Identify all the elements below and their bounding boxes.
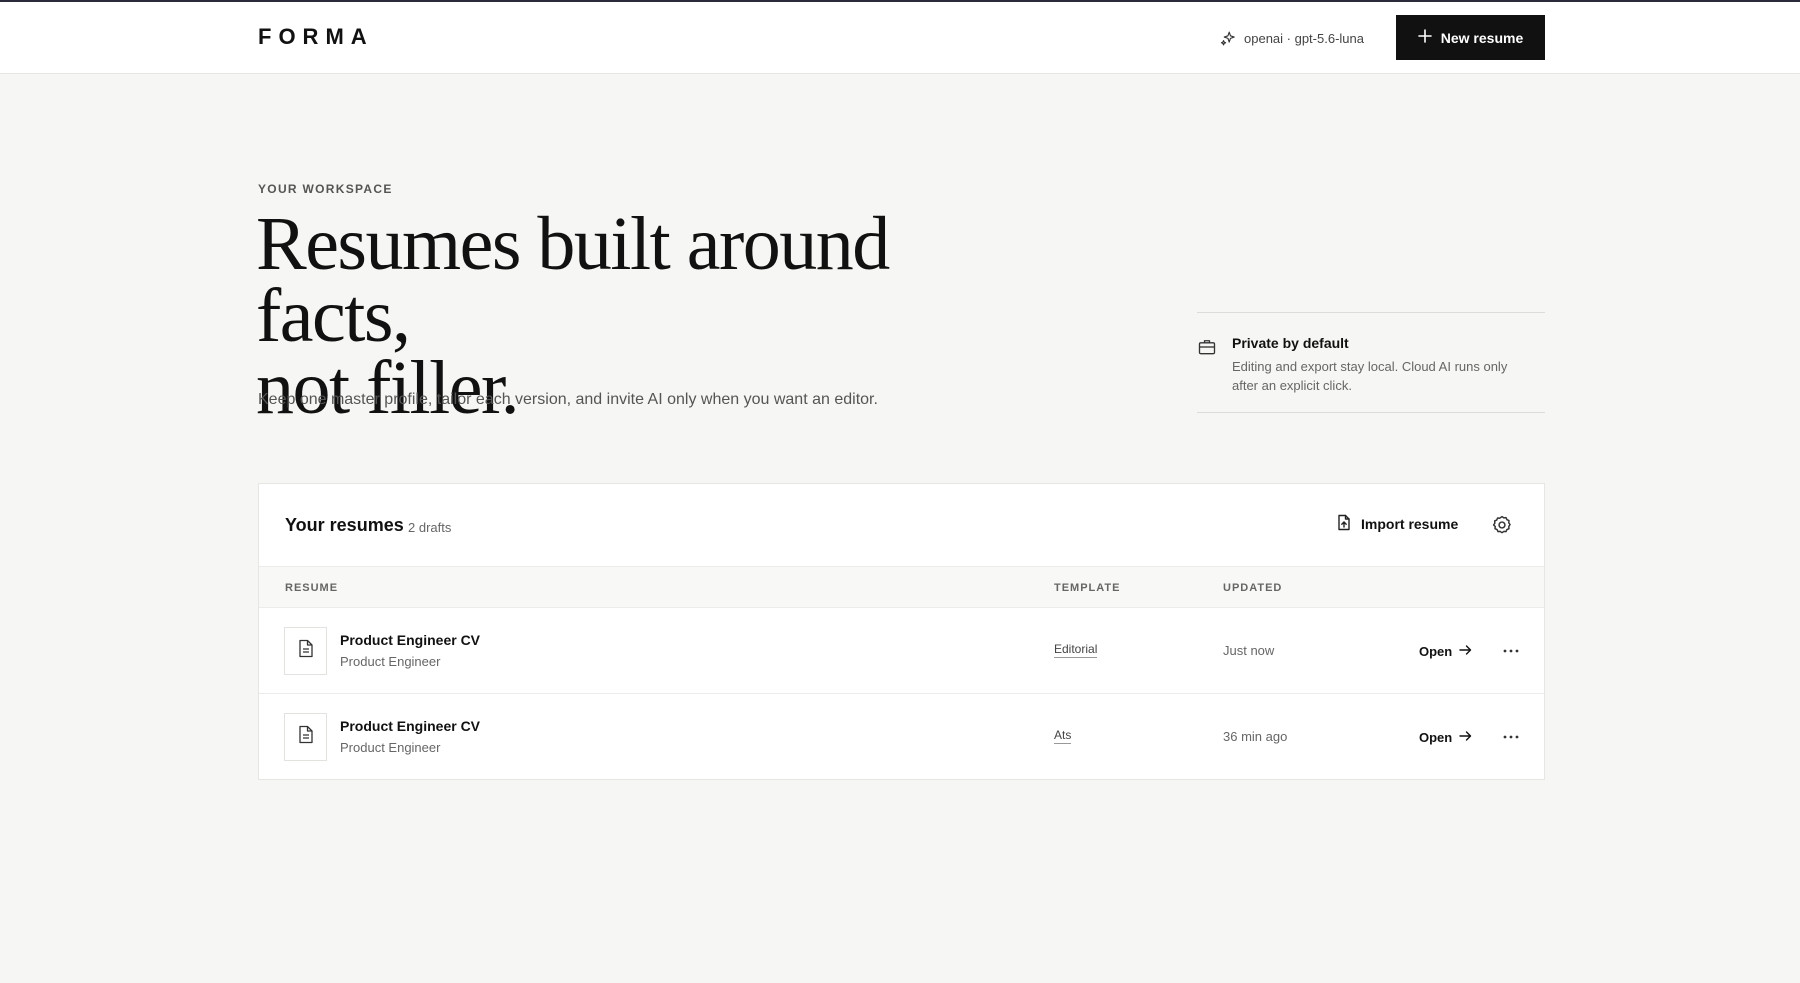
document-icon <box>298 725 314 749</box>
updated-time: 36 min ago <box>1223 729 1288 744</box>
resumes-title: Your resumes <box>285 515 404 535</box>
resumes-count: 2 drafts <box>408 520 452 535</box>
more-options-button[interactable] <box>1501 642 1521 660</box>
document-icon <box>298 639 314 663</box>
section-eyebrow: YOUR WORKSPACE <box>258 182 393 196</box>
new-resume-label: New resume <box>1440 29 1524 46</box>
page-title-line-2: not filler. <box>256 346 520 430</box>
resume-title[interactable]: Product Engineer CV <box>340 632 480 648</box>
resume-subtitle: Product Engineer <box>340 740 441 755</box>
open-resume-button[interactable]: Open <box>1419 728 1472 746</box>
privacy-title: Private by default <box>1232 335 1349 351</box>
plus-icon <box>1417 29 1432 46</box>
import-resume-label: Import resume <box>1361 516 1459 532</box>
resume-thumbnail <box>284 627 327 675</box>
settings-button[interactable] <box>1491 514 1513 536</box>
table-row[interactable]: Product Engineer CV Product Engineer Edi… <box>259 608 1544 694</box>
sparkle-icon <box>1220 30 1237 47</box>
open-label: Open <box>1419 729 1453 745</box>
more-horizontal-icon <box>1501 733 1521 750</box>
top-bar: FORMA openai · gpt-5.6-luna New resume <box>0 2 1800 74</box>
resumes-panel-header: Your resumes 2 drafts Import resume <box>259 484 1544 566</box>
resumes-panel: Your resumes 2 drafts Import resume RESU… <box>258 483 1545 780</box>
column-header-updated: UPDATED <box>1223 582 1283 594</box>
import-resume-button[interactable]: Import resume <box>1336 514 1458 534</box>
privacy-description: Editing and export stay local. Cloud AI … <box>1232 359 1508 393</box>
page-title-line-1: Resumes built around facts, <box>256 202 890 358</box>
column-header-resume: RESUME <box>285 582 339 594</box>
column-header-template: TEMPLATE <box>1054 582 1121 594</box>
resume-title[interactable]: Product Engineer CV <box>340 718 480 734</box>
briefcase-icon <box>1197 337 1217 362</box>
updated-time: Just now <box>1223 643 1275 658</box>
open-label: Open <box>1419 643 1453 659</box>
arrow-right-icon <box>1459 730 1472 745</box>
model-label: openai · gpt-5.6-luna <box>1244 30 1364 46</box>
template-tag[interactable]: Ats <box>1054 728 1072 744</box>
table-row[interactable]: Product Engineer CV Product Engineer Ats… <box>259 694 1544 780</box>
resume-thumbnail <box>284 713 327 761</box>
privacy-note: Private by default Editing and export st… <box>1197 312 1545 413</box>
open-resume-button[interactable]: Open <box>1419 642 1472 660</box>
arrow-right-icon <box>1459 644 1472 659</box>
resume-subtitle: Product Engineer <box>340 654 441 669</box>
new-resume-button[interactable]: New resume <box>1396 15 1545 60</box>
template-tag[interactable]: Editorial <box>1054 642 1098 658</box>
more-horizontal-icon <box>1501 647 1521 664</box>
page-subtitle: Keep one master profile, tailor each ver… <box>258 391 878 408</box>
model-selector[interactable]: openai · gpt-5.6-luna <box>1220 28 1364 48</box>
more-options-button[interactable] <box>1501 728 1521 746</box>
gear-icon <box>1491 515 1513 540</box>
app-logo[interactable]: FORMA <box>258 24 374 50</box>
table-header: RESUME TEMPLATE UPDATED <box>259 566 1544 608</box>
file-upload-icon <box>1336 514 1352 534</box>
